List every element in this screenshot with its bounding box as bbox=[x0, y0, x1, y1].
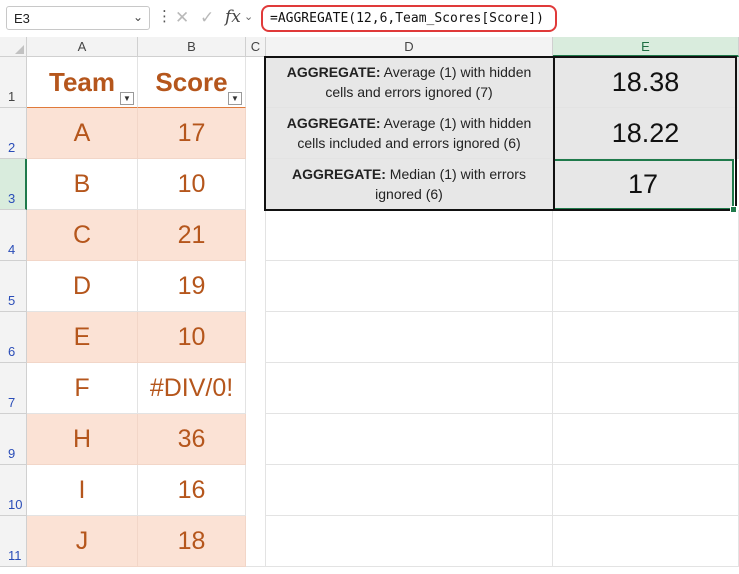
chevron-down-icon[interactable]: ⌄ bbox=[244, 10, 253, 23]
filter-active-icon[interactable]: ▼ bbox=[120, 92, 134, 105]
row-header-11[interactable]: 11 bbox=[0, 516, 27, 567]
team-cell[interactable]: C bbox=[27, 210, 138, 261]
cancel-icon[interactable]: ✕ bbox=[175, 8, 189, 28]
column-header-b[interactable]: B bbox=[138, 37, 246, 57]
empty-cell[interactable] bbox=[266, 465, 553, 516]
column-header-d[interactable]: D bbox=[266, 37, 553, 57]
empty-cell[interactable] bbox=[266, 414, 553, 465]
column-header-a[interactable]: A bbox=[27, 37, 138, 57]
result-description-1[interactable]: AGGREGATE: Average (1) with hidden cells… bbox=[266, 57, 553, 108]
row-header-3[interactable]: 3 bbox=[0, 159, 27, 210]
row-header-6[interactable]: 6 bbox=[0, 312, 27, 363]
row-header-5[interactable]: 5 bbox=[0, 261, 27, 312]
score-cell[interactable]: 10 bbox=[138, 312, 246, 363]
row-header-4[interactable]: 4 bbox=[0, 210, 27, 261]
empty-cell[interactable] bbox=[553, 414, 739, 465]
empty-cell[interactable] bbox=[553, 516, 739, 567]
team-cell[interactable]: E bbox=[27, 312, 138, 363]
table-header-score: Score ▼ bbox=[138, 57, 246, 108]
empty-cell[interactable] bbox=[266, 312, 553, 363]
column-header-c[interactable]: C bbox=[246, 37, 266, 57]
row-header-7[interactable]: 7 bbox=[0, 363, 27, 414]
team-cell[interactable]: I bbox=[27, 465, 138, 516]
more-options-icon[interactable]: ⋮ bbox=[157, 9, 172, 24]
empty-cell[interactable] bbox=[266, 261, 553, 312]
empty-cell[interactable] bbox=[553, 465, 739, 516]
worksheet: A B C D E 1 2 3 4 5 6 7 9 10 11 Team ▼ S… bbox=[0, 37, 739, 574]
column-header-e[interactable]: E bbox=[553, 37, 739, 57]
empty-cell[interactable] bbox=[266, 210, 553, 261]
score-cell[interactable]: 21 bbox=[138, 210, 246, 261]
formula-text: =AGGREGATE(12,6,Team_Scores[Score]) bbox=[270, 11, 544, 26]
team-cell[interactable]: H bbox=[27, 414, 138, 465]
chevron-down-icon[interactable]: ⌄ bbox=[133, 10, 143, 24]
result-value-1[interactable]: 18.38 bbox=[553, 57, 739, 108]
score-cell[interactable]: 17 bbox=[138, 108, 246, 159]
fill-handle[interactable] bbox=[730, 206, 737, 213]
table-header-team: Team ▼ bbox=[27, 57, 138, 108]
row-header-1[interactable]: 1 bbox=[0, 57, 27, 108]
empty-cell[interactable] bbox=[266, 363, 553, 414]
result-description-3[interactable]: AGGREGATE: Median (1) with errors ignore… bbox=[266, 159, 553, 210]
formula-controls: ✕ ✓ fx ⌄ bbox=[172, 7, 258, 29]
filter-dropdown-icon[interactable]: ▼ bbox=[228, 92, 242, 105]
formula-input[interactable]: =AGGREGATE(12,6,Team_Scores[Score]) bbox=[261, 5, 557, 32]
team-cell[interactable]: B bbox=[27, 159, 138, 210]
score-cell[interactable]: #DIV/0! bbox=[138, 363, 246, 414]
row-header-10[interactable]: 10 bbox=[0, 465, 27, 516]
score-cell[interactable]: 16 bbox=[138, 465, 246, 516]
formula-bar-area: E3 ⌄ ⋮ ✕ ✓ fx ⌄ =AGGREGATE(12,6,Team_Sco… bbox=[0, 0, 739, 38]
team-cell[interactable]: J bbox=[27, 516, 138, 567]
score-cell[interactable]: 18 bbox=[138, 516, 246, 567]
team-cell[interactable]: F bbox=[27, 363, 138, 414]
score-cell[interactable]: 36 bbox=[138, 414, 246, 465]
empty-cell[interactable] bbox=[553, 312, 739, 363]
column-c-cells[interactable] bbox=[246, 57, 266, 567]
row-header-2[interactable]: 2 bbox=[0, 108, 27, 159]
select-all-button[interactable] bbox=[0, 37, 27, 57]
result-description-2[interactable]: AGGREGATE: Average (1) with hidden cells… bbox=[266, 108, 553, 159]
empty-cell[interactable] bbox=[266, 516, 553, 567]
insert-function-icon[interactable]: fx bbox=[225, 7, 241, 27]
name-box-value: E3 bbox=[14, 11, 30, 26]
empty-cell[interactable] bbox=[553, 210, 739, 261]
score-cell[interactable]: 19 bbox=[138, 261, 246, 312]
empty-cell[interactable] bbox=[553, 363, 739, 414]
team-cell[interactable]: D bbox=[27, 261, 138, 312]
result-value-3-selected[interactable]: 17 bbox=[553, 159, 734, 210]
empty-cell[interactable] bbox=[553, 261, 739, 312]
name-box[interactable]: E3 ⌄ bbox=[6, 6, 150, 30]
team-cell[interactable]: A bbox=[27, 108, 138, 159]
enter-icon[interactable]: ✓ bbox=[200, 8, 214, 28]
score-cell[interactable]: 10 bbox=[138, 159, 246, 210]
row-header-9[interactable]: 9 bbox=[0, 414, 27, 465]
result-value-2[interactable]: 18.22 bbox=[553, 108, 739, 159]
